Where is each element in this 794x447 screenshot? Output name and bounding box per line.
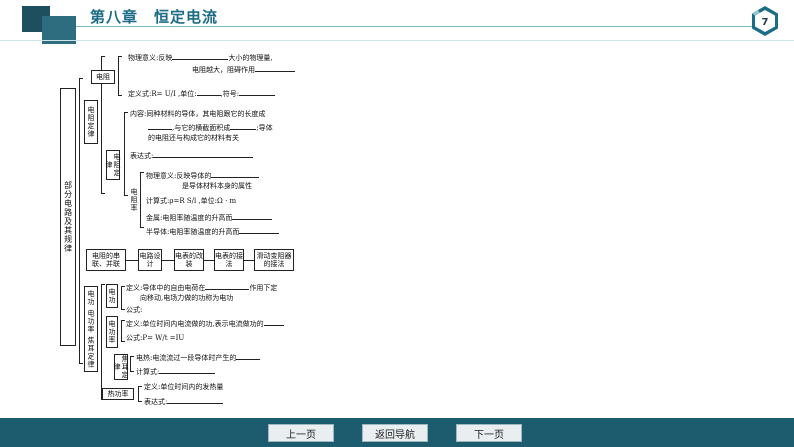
text-line: 金属:电阻率随温度的升高而 — [146, 212, 273, 222]
text-line: 物理意义:反映导体的 — [146, 170, 260, 180]
node-work-power-joule: 电功 电功率 焦耳定律 — [84, 286, 98, 372]
node-electric-work: 电功 — [106, 284, 118, 308]
node-circuit-design: 电路设计 — [138, 249, 162, 271]
node-series-parallel: 电阻的串联、并联 — [86, 249, 126, 271]
brace — [140, 172, 144, 228]
text-line: 定义:单位时间内电流做的功,表示电流做功的 — [126, 318, 284, 328]
node-electric-power: 电功率 — [106, 316, 118, 348]
text-line: ,与它的横截面积成 ;导体 — [148, 122, 273, 132]
text-line: 定义:导体中的自由电荷在 作用下定 — [126, 284, 278, 292]
hexagon-icon: 7 — [752, 6, 778, 36]
next-page-button[interactable]: 下一页 — [456, 424, 522, 442]
node-resistance-definition-law: 电阻定律 — [84, 100, 98, 144]
text-line: 公式:P= W/t =IU — [126, 334, 185, 342]
text-line: 电热:电流流过一段导体时产生的 — [136, 352, 261, 362]
chapter-title: 第八章 恒定电流 — [90, 8, 219, 26]
text-line: 表达式: — [130, 150, 254, 160]
brace — [130, 356, 134, 372]
root-node: 部分电路及其规律 — [60, 88, 76, 346]
brace — [138, 386, 142, 402]
text-line: 内容:同种材料的导体，其电阻跟它的长度成 — [130, 110, 266, 118]
text-line: 公式: — [126, 306, 143, 314]
connector — [204, 260, 214, 261]
prev-page-button[interactable]: 上一页 — [268, 424, 334, 442]
brace — [124, 112, 128, 196]
connector — [244, 260, 254, 261]
node-resistance: 电阻 — [91, 70, 115, 84]
node-meter-modification: 电表的改装 — [174, 249, 204, 271]
text-line: 表达式: — [144, 396, 224, 406]
connector — [162, 260, 174, 261]
text-line: 半导体:电阻率随温度的升高而 — [146, 226, 280, 236]
text-line: 计算式: — [136, 366, 216, 376]
node-meter-connection: 电表的接法 — [214, 249, 244, 271]
back-to-nav-button[interactable]: 返回导航 — [362, 424, 428, 442]
node-resistivity: 电阻率 — [130, 188, 138, 212]
node-heat-power: 热功率 — [102, 388, 134, 400]
text-line: 向移动,电场力做的功称为电功 — [140, 294, 234, 302]
text-line: 的电阻还与构成它的材料有关 — [148, 134, 239, 142]
node-rheostat-connection: 滑动变阻器的接法 — [254, 249, 294, 271]
node-joule-law: 焦耳定律 — [113, 354, 130, 380]
connector — [126, 260, 138, 261]
brace — [121, 320, 125, 342]
node-resistance-law: 电阻定律 — [105, 150, 121, 180]
text-line: 计算式:ρ=R S/l ,单位:Ω · m — [146, 197, 237, 205]
page-number: 7 — [762, 17, 769, 28]
brace — [118, 56, 122, 96]
root-brace — [79, 78, 83, 364]
text-line: 电阻越大，阻碍作用 — [192, 64, 295, 74]
text-line: 物理意义:反映 大小的物理量, — [128, 54, 273, 62]
header-rule — [0, 40, 794, 41]
text-line: 定义式:R= U/I ,单位: ,符号: — [128, 88, 276, 98]
brace — [101, 284, 105, 400]
brace — [121, 286, 125, 310]
text-line: 是导体材料本身的属性 — [182, 182, 252, 190]
text-line: 定义:单位时间内的发热量 — [144, 383, 224, 391]
page-number-badge: 7 — [748, 4, 782, 38]
